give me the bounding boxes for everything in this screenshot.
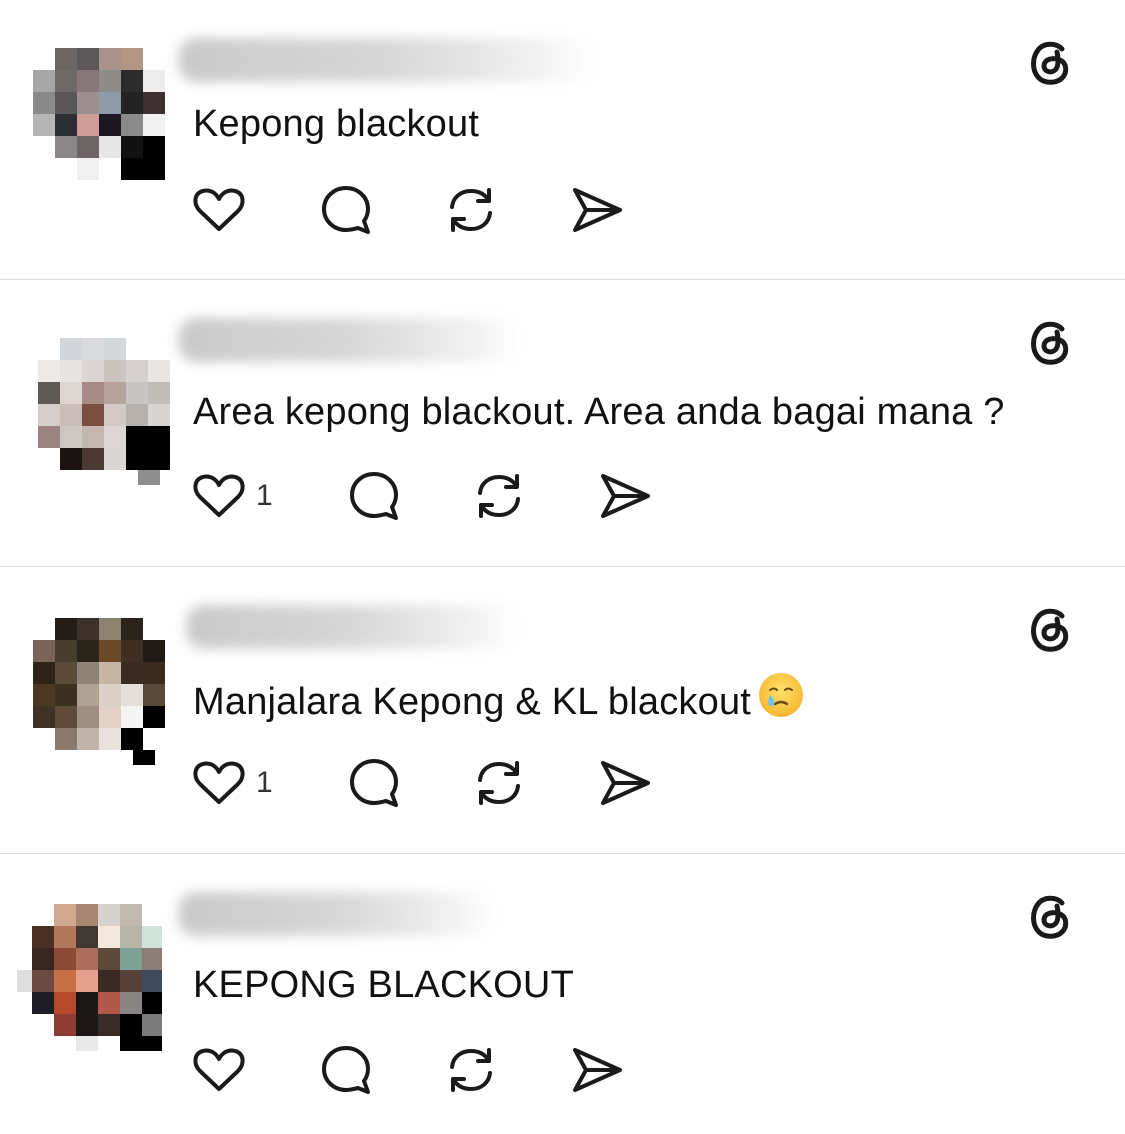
username[interactable] bbox=[178, 892, 498, 936]
like-button[interactable] bbox=[190, 182, 256, 238]
avatar[interactable] bbox=[12, 901, 162, 1051]
send-icon bbox=[601, 474, 650, 518]
avatar[interactable] bbox=[30, 335, 180, 485]
post-actions bbox=[190, 182, 890, 238]
threads-logo-icon bbox=[1031, 608, 1069, 652]
comment-bubble-icon bbox=[350, 472, 398, 520]
thread-post: Manjalara Kepong & KL blackout 1 bbox=[0, 567, 1125, 854]
reply-button[interactable] bbox=[345, 468, 403, 524]
like-button[interactable] bbox=[190, 1042, 256, 1098]
threads-logo-icon bbox=[1031, 895, 1069, 939]
post-actions bbox=[190, 1042, 890, 1098]
heart-icon bbox=[193, 1048, 245, 1091]
username[interactable] bbox=[186, 605, 521, 649]
heart-icon bbox=[193, 761, 245, 804]
post-text: Area kepong blackout. Area anda bagai ma… bbox=[193, 388, 1005, 436]
repost-icon bbox=[478, 761, 520, 805]
post-text-content: Manjalara Kepong & KL blackout bbox=[193, 681, 752, 724]
post-text-content: Kepong blackout bbox=[193, 103, 480, 145]
reply-button[interactable] bbox=[317, 182, 375, 238]
comment-bubble-icon bbox=[350, 759, 398, 807]
repost-icon bbox=[478, 474, 520, 518]
threads-logo-icon bbox=[1031, 321, 1069, 365]
reply-button[interactable] bbox=[317, 1042, 375, 1098]
send-icon bbox=[573, 188, 622, 232]
username[interactable] bbox=[178, 318, 523, 362]
like-button[interactable]: 1 bbox=[190, 755, 273, 811]
post-text: KEPONG BLACKOUT bbox=[193, 961, 574, 1009]
threads-logo-icon bbox=[1031, 41, 1069, 85]
repost-button[interactable] bbox=[442, 182, 500, 238]
heart-icon bbox=[193, 474, 245, 517]
like-button[interactable]: 1 bbox=[190, 468, 273, 524]
repost-button[interactable] bbox=[442, 1042, 500, 1098]
comment-bubble-icon bbox=[322, 1046, 370, 1094]
post-text: Manjalara Kepong & KL blackout bbox=[193, 671, 805, 734]
username[interactable] bbox=[178, 38, 598, 82]
repost-icon bbox=[450, 188, 492, 232]
repost-button[interactable] bbox=[470, 468, 528, 524]
repost-button[interactable] bbox=[470, 755, 528, 811]
thread-post: Area kepong blackout. Area anda bagai ma… bbox=[0, 280, 1125, 567]
send-icon bbox=[573, 1048, 622, 1092]
share-button[interactable] bbox=[568, 182, 626, 238]
repost-icon bbox=[450, 1048, 492, 1092]
post-text: Kepong blackout bbox=[193, 100, 479, 148]
reply-button[interactable] bbox=[345, 755, 403, 811]
share-button[interactable] bbox=[596, 755, 654, 811]
post-actions: 1 bbox=[190, 755, 890, 811]
post-text-content: KEPONG BLACKOUT bbox=[193, 964, 574, 1006]
share-button[interactable] bbox=[596, 468, 654, 524]
thread-post: Kepong blackout bbox=[0, 0, 1125, 280]
post-text-content: Area kepong blackout. Area anda bagai ma… bbox=[193, 391, 1005, 433]
post-actions: 1 bbox=[190, 468, 890, 524]
send-icon bbox=[601, 761, 650, 805]
heart-icon bbox=[193, 188, 245, 231]
avatar[interactable] bbox=[25, 45, 175, 195]
share-button[interactable] bbox=[568, 1042, 626, 1098]
avatar[interactable] bbox=[25, 615, 175, 765]
like-count: 1 bbox=[256, 766, 273, 799]
comment-bubble-icon bbox=[322, 186, 370, 234]
like-count: 1 bbox=[256, 479, 273, 512]
thread-post: KEPONG BLACKOUT bbox=[0, 854, 1125, 1134]
face-holding-back-tears-emoji bbox=[757, 671, 805, 731]
